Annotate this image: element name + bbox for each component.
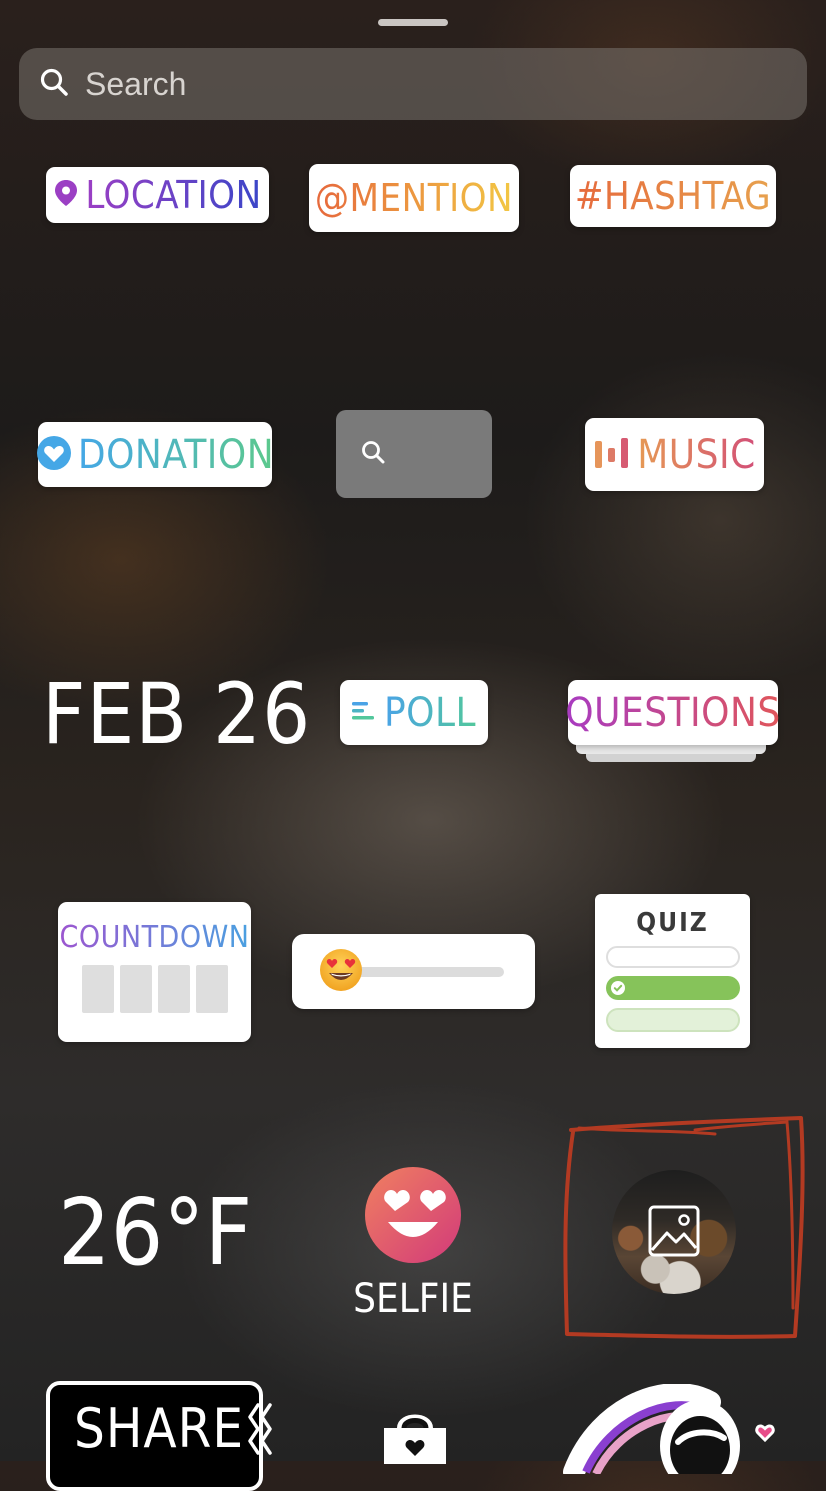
countdown-digit-box xyxy=(119,965,152,1013)
share-sticker[interactable]: SHARE xyxy=(46,1381,272,1491)
quiz-label: QUIZ xyxy=(636,908,709,938)
quiz-option xyxy=(605,946,740,968)
donation-sticker[interactable]: DONATION xyxy=(36,422,275,487)
selfie-sticker[interactable] xyxy=(364,1166,462,1264)
search-icon xyxy=(360,439,386,469)
shopping-bag-icon[interactable] xyxy=(378,1404,452,1468)
poll-label: POLL xyxy=(383,689,477,736)
countdown-digit-box xyxy=(195,965,228,1013)
search-bar[interactable]: Search xyxy=(19,48,807,120)
check-icon xyxy=(610,981,625,995)
selfie-label: SELFIE xyxy=(353,1276,473,1322)
music-bars-icon xyxy=(593,436,631,474)
quiz-option xyxy=(605,1008,740,1032)
date-sticker[interactable]: FEB 26 xyxy=(42,664,311,764)
heart-icon xyxy=(36,435,72,475)
music-sticker[interactable]: MUSIC xyxy=(585,418,764,491)
annotation-circle xyxy=(563,1116,805,1339)
donation-label: DONATION xyxy=(77,431,275,478)
music-label: MUSIC xyxy=(637,431,756,478)
location-label: LOCATION xyxy=(85,173,262,217)
heart-eyes-emoji-icon xyxy=(365,1167,461,1263)
quiz-option-correct xyxy=(605,976,740,1000)
poll-lines-icon xyxy=(351,700,376,726)
questions-label: QUESTIONS xyxy=(565,689,781,736)
share-label: SHARE xyxy=(74,1397,245,1460)
mention-label: @MENTION xyxy=(314,176,514,220)
gif-search-sticker[interactable] xyxy=(336,410,492,498)
zigzag-icon xyxy=(246,1399,276,1463)
countdown-digits xyxy=(81,965,228,1013)
countdown-digit-box xyxy=(157,965,190,1013)
drag-handle[interactable] xyxy=(378,19,448,26)
search-input[interactable]: Search xyxy=(85,66,186,103)
location-sticker[interactable]: LOCATION xyxy=(46,167,269,223)
slider-track xyxy=(342,967,504,977)
questions-sticker[interactable]: QUESTIONS xyxy=(565,680,781,745)
heart-eyes-emoji-icon[interactable] xyxy=(318,947,364,997)
countdown-label: COUNTDOWN xyxy=(59,920,250,955)
emoji-slider-sticker[interactable] xyxy=(292,934,535,1009)
search-icon xyxy=(39,67,69,101)
countdown-sticker[interactable]: COUNTDOWN xyxy=(58,902,251,1042)
poll-sticker[interactable]: POLL xyxy=(340,680,488,745)
temperature-sticker[interactable]: 26°F xyxy=(58,1178,252,1288)
hashtag-label: #HASHTAG xyxy=(574,174,772,218)
hashtag-sticker[interactable]: #HASHTAG xyxy=(570,165,776,227)
mention-sticker[interactable]: @MENTION xyxy=(309,164,519,232)
countdown-digit-box xyxy=(81,965,114,1013)
location-pin-icon xyxy=(53,178,79,212)
quiz-sticker[interactable]: QUIZ xyxy=(595,894,750,1048)
